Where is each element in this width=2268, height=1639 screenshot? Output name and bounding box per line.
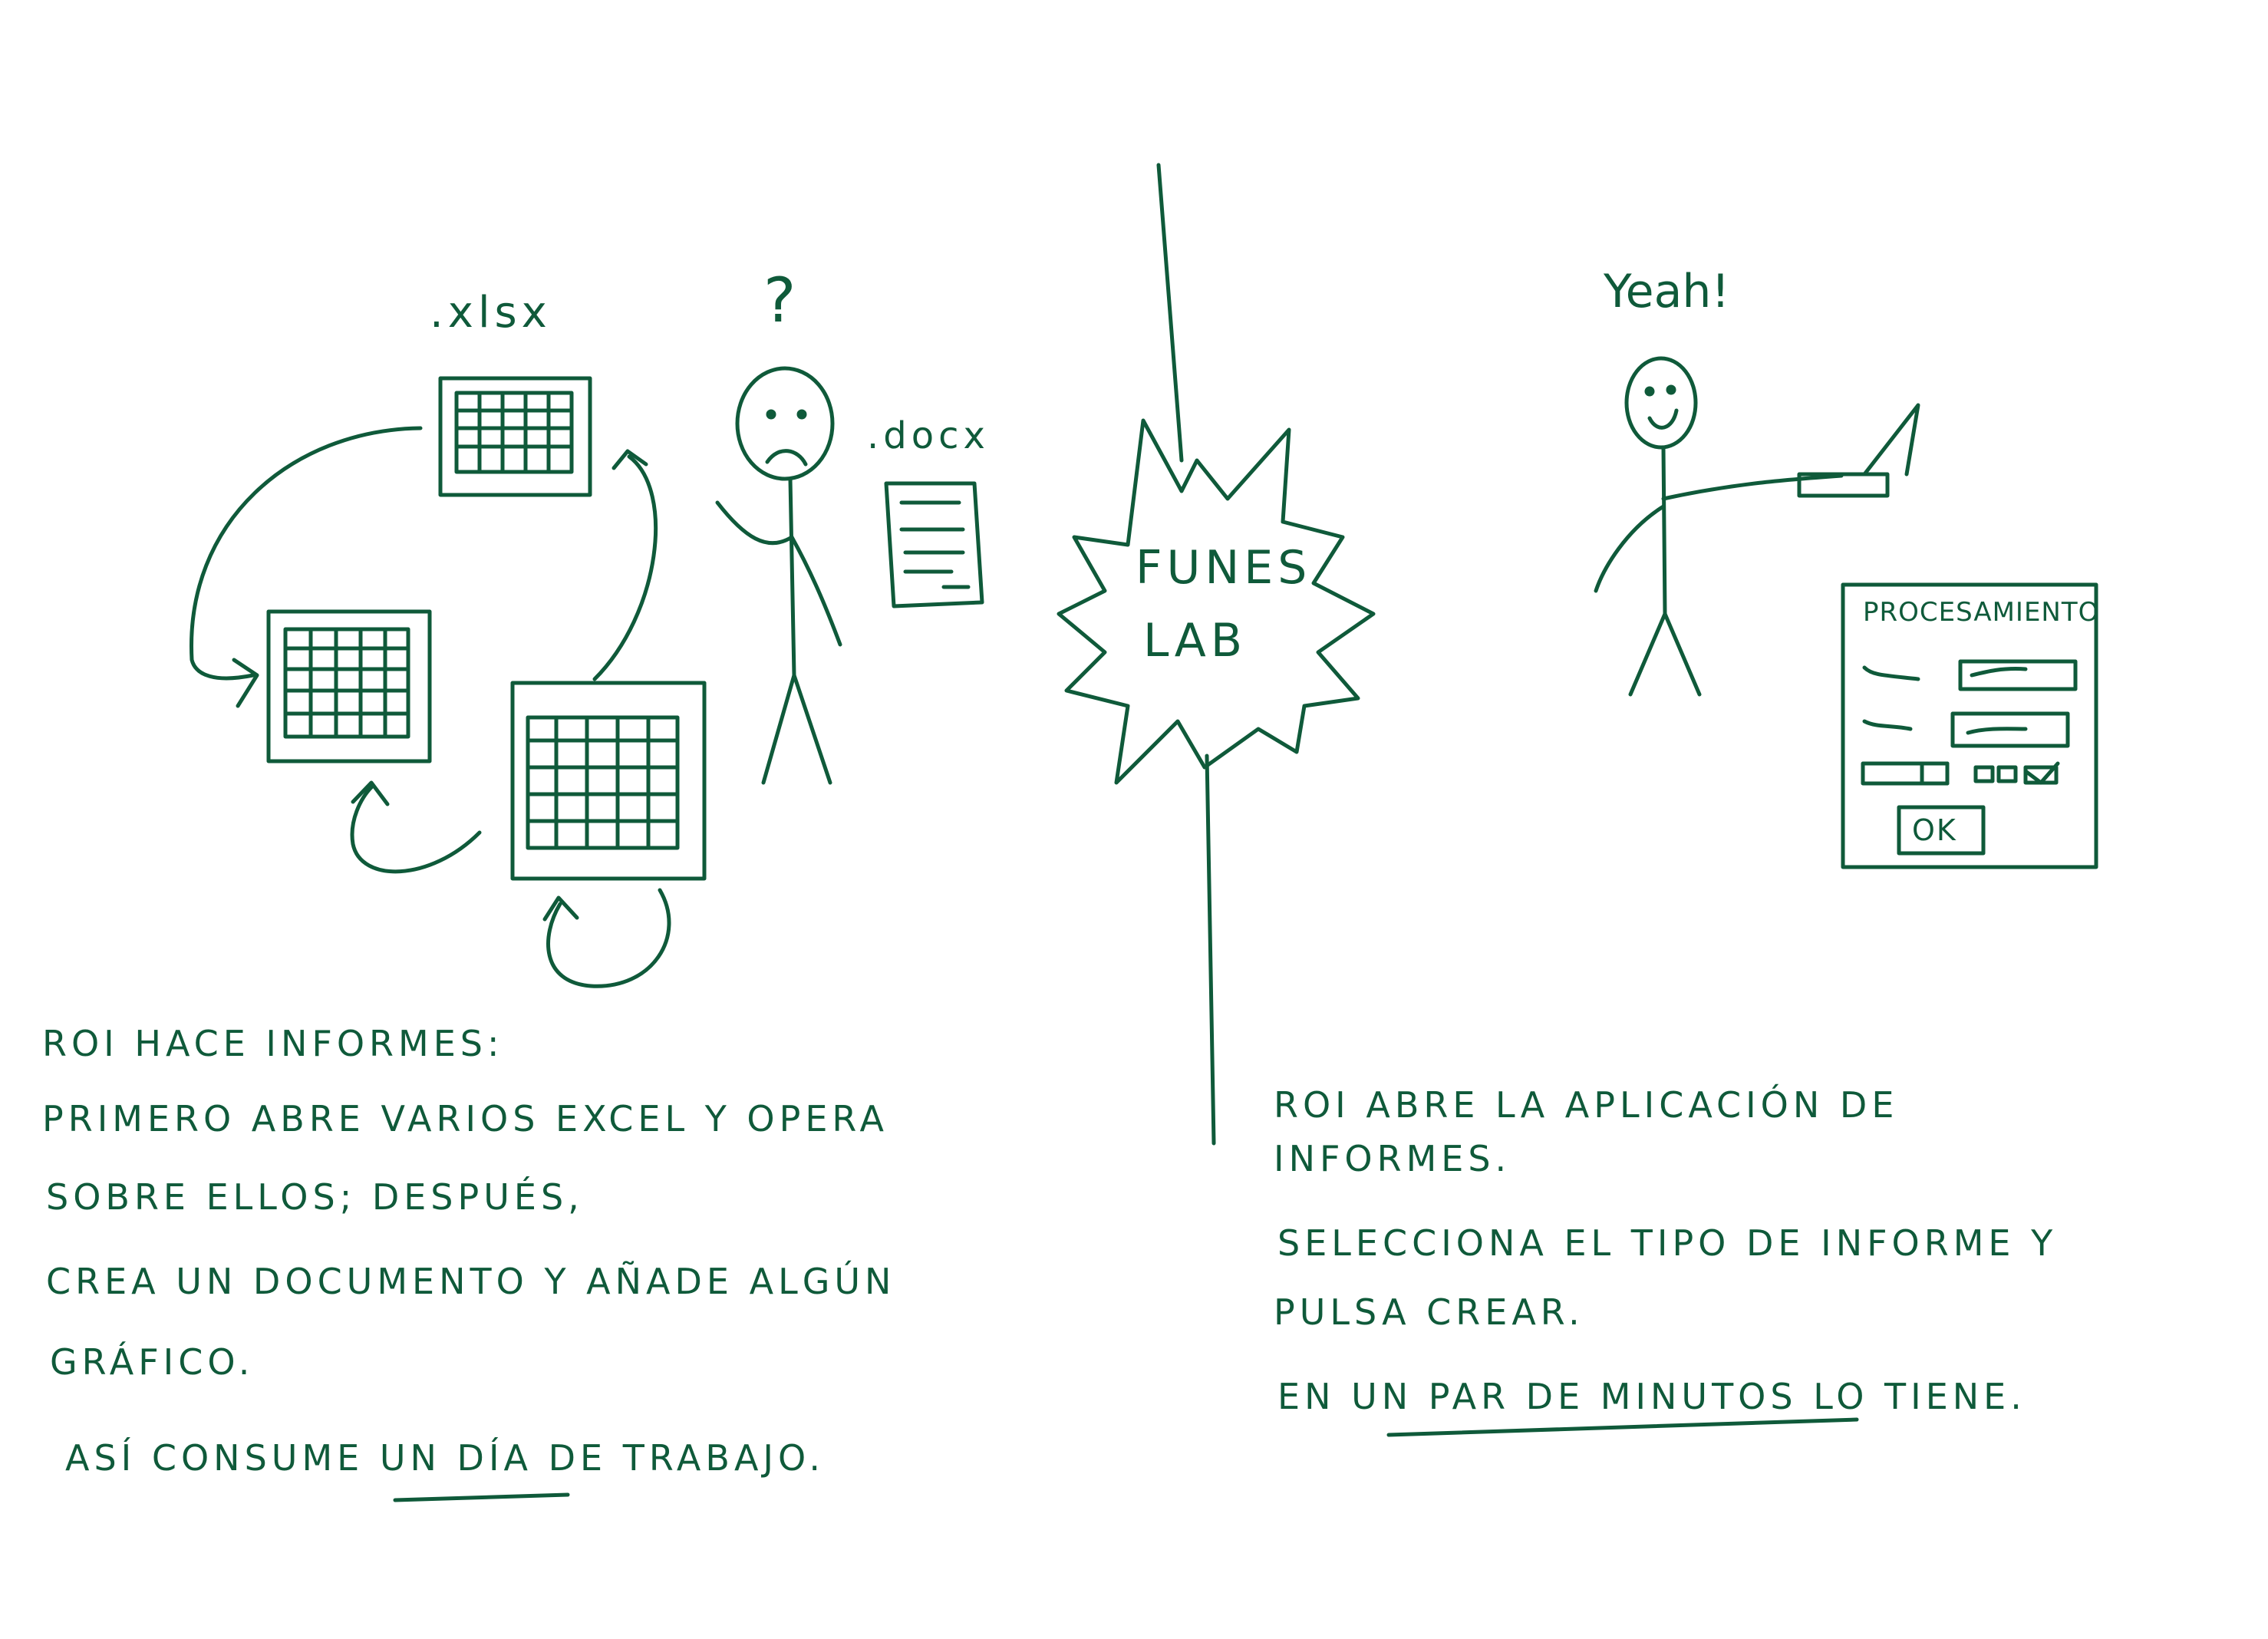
right-caption-line-5: EN UN PAR DE MINUTOS LO TIENE.	[1277, 1376, 2026, 1417]
left-caption-line-4: CREA UN DOCUMENTO Y AÑADE ALGÚN	[46, 1261, 896, 1302]
spreadsheet-icon-top	[440, 378, 590, 495]
left-caption-line-6: ASÍ CONSUME UN DÍA DE TRABAJO.	[65, 1437, 825, 1479]
sad-stick-figure	[717, 368, 840, 783]
question-mark: ?	[763, 265, 801, 336]
funes-lab-logo-line-1: FUNES	[1136, 541, 1312, 595]
panel-divider-top	[1159, 165, 1182, 460]
funes-lab-logo-line-2: LAB	[1143, 614, 1248, 668]
docx-label: .docx	[867, 414, 990, 457]
ok-button-label: OK	[1912, 813, 1957, 847]
right-caption-line-3: SELECCIONA EL TIPO DE INFORME Y	[1277, 1222, 2058, 1264]
funes-lab-starburst	[1059, 420, 1373, 783]
left-caption-line-2: PRIMERO ABRE VARIOS EXCEL Y OPERA	[42, 1098, 888, 1139]
arrowhead-left-bottom	[353, 783, 387, 804]
dialog-title: PROCESAMIENTO	[1863, 597, 2100, 628]
arrow-bottom-to-left	[352, 787, 480, 872]
yeah-exclamation: Yeah!	[1604, 265, 1730, 318]
laptop-icon	[1799, 405, 1918, 496]
panel-divider-bottom	[1207, 756, 1214, 1143]
right-caption-line-2: INFORMES.	[1274, 1138, 1511, 1179]
left-caption-line-1: ROI HACE INFORMES:	[42, 1023, 504, 1064]
right-caption-line-4: PULSA CREAR.	[1274, 1291, 1584, 1333]
arrowhead-top	[614, 451, 646, 468]
left-caption-line-3: SOBRE ELLOS; DESPUÉS,	[46, 1176, 584, 1218]
arrowhead-self-loop	[545, 898, 577, 919]
arrow-bottom-to-top	[595, 457, 656, 679]
left-caption-line-5: GRÁFICO.	[50, 1341, 255, 1383]
arrowhead-left	[234, 660, 257, 706]
document-icon	[886, 483, 982, 606]
xlsx-label: .xlsx	[430, 288, 552, 338]
spreadsheet-icon-bottom	[513, 683, 704, 879]
spreadsheet-icon-left	[269, 612, 430, 761]
happy-stick-figure	[1596, 358, 1841, 694]
